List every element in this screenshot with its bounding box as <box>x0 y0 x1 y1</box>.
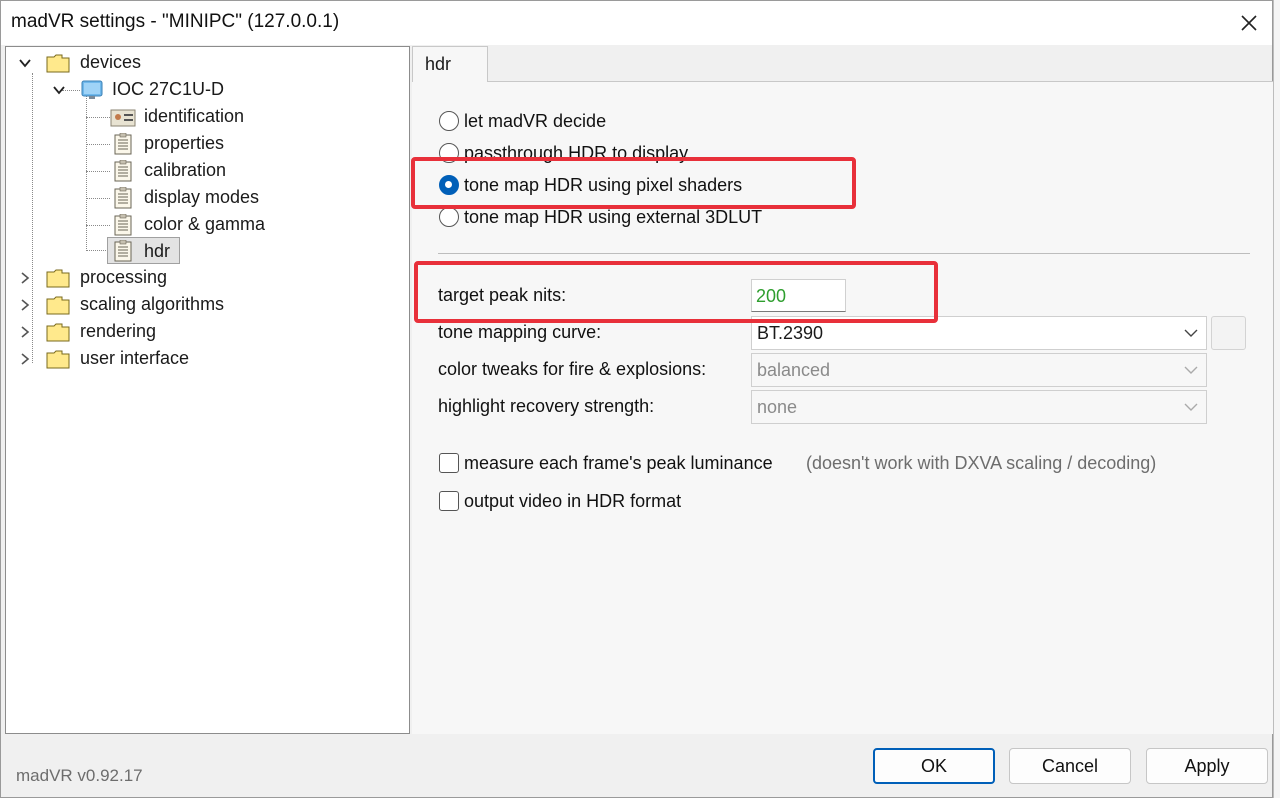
close-icon <box>1241 15 1257 31</box>
chevron-down-icon <box>1184 366 1198 374</box>
tree-item-identification[interactable]: identification <box>144 106 244 127</box>
tree-item-display-modes[interactable]: display modes <box>144 187 259 208</box>
highlight-recovery-select[interactable]: none <box>751 390 1207 424</box>
settings-tree[interactable]: devices IOC 27C1U-D identification prope… <box>5 46 410 734</box>
ok-button[interactable]: OK <box>873 748 995 784</box>
color-tweaks-select[interactable]: balanced <box>751 353 1207 387</box>
output-hdr-label: output video in HDR format <box>464 491 682 511</box>
radio-tone-map-3dlut[interactable] <box>439 207 459 227</box>
curve-settings-button[interactable] <box>1211 316 1246 350</box>
tree-item-properties[interactable]: properties <box>144 133 224 154</box>
tab-label: hdr <box>425 54 452 74</box>
folder-icon <box>46 350 70 369</box>
document-icon <box>114 133 132 155</box>
folder-icon <box>46 54 70 73</box>
annotation-box-tone-map <box>411 157 856 209</box>
chevron-down-icon <box>1184 403 1198 411</box>
tree-item-color-gamma[interactable]: color & gamma <box>144 214 265 235</box>
tree-item-rendering[interactable]: rendering <box>80 321 156 342</box>
tree-item-device[interactable]: IOC 27C1U-D <box>112 79 224 100</box>
combo-value: BT.2390 <box>757 323 824 343</box>
close-button[interactable] <box>1226 1 1272 45</box>
annotation-box-target-nits <box>414 261 938 323</box>
radio-label: tone map HDR using external 3DLUT <box>464 207 763 227</box>
folder-icon <box>46 296 70 315</box>
chevron-down-icon[interactable] <box>18 56 32 70</box>
divider <box>438 253 1250 254</box>
output-hdr-checkbox[interactable] <box>439 491 459 511</box>
identification-icon <box>110 109 136 127</box>
tree-item-processing[interactable]: processing <box>80 267 167 288</box>
folder-icon <box>46 269 70 288</box>
tree-item-scaling-algorithms[interactable]: scaling algorithms <box>80 294 224 315</box>
background-edge <box>1273 0 1280 798</box>
document-icon <box>114 187 132 209</box>
tone-mapping-curve-label: tone mapping curve: <box>438 322 602 342</box>
combo-value: none <box>757 397 798 417</box>
document-icon <box>114 214 132 236</box>
settings-window: madVR settings - "MINIPC" (127.0.0.1) de… <box>0 0 1274 798</box>
tree-item-hdr[interactable]: hdr <box>144 241 170 262</box>
chevron-right-icon[interactable] <box>18 325 32 339</box>
color-tweaks-label: color tweaks for fire & explosions: <box>438 359 707 379</box>
cancel-button[interactable]: Cancel <box>1009 748 1131 784</box>
document-icon <box>114 240 132 262</box>
window-title: madVR settings - "MINIPC" (127.0.0.1) <box>11 11 340 32</box>
chevron-down-icon[interactable] <box>52 83 66 97</box>
radio-let-madvr-decide[interactable] <box>439 111 459 131</box>
chevron-right-icon[interactable] <box>18 352 32 366</box>
highlight-recovery-label: highlight recovery strength: <box>438 396 655 416</box>
chevron-right-icon[interactable] <box>18 271 32 285</box>
apply-button[interactable]: Apply <box>1146 748 1268 784</box>
measure-peak-label: measure each frame's peak luminance <box>464 453 773 473</box>
title-bar: madVR settings - "MINIPC" (127.0.0.1) <box>1 1 1272 45</box>
radio-label: let madVR decide <box>464 111 607 131</box>
chevron-right-icon[interactable] <box>18 298 32 312</box>
tree-item-calibration[interactable]: calibration <box>144 160 226 181</box>
tree-item-devices[interactable]: devices <box>80 52 141 73</box>
measure-peak-checkbox[interactable] <box>439 453 459 473</box>
version-label: madVR v0.92.17 <box>16 766 143 785</box>
tab-hdr[interactable]: hdr <box>412 46 488 82</box>
tree-item-user-interface[interactable]: user interface <box>80 348 189 369</box>
folder-icon <box>46 323 70 342</box>
measure-peak-note: (doesn't work with DXVA scaling / decodi… <box>806 453 1157 473</box>
monitor-icon <box>81 80 103 99</box>
chevron-down-icon <box>1184 329 1198 337</box>
combo-value: balanced <box>757 360 831 380</box>
document-icon <box>114 160 132 182</box>
